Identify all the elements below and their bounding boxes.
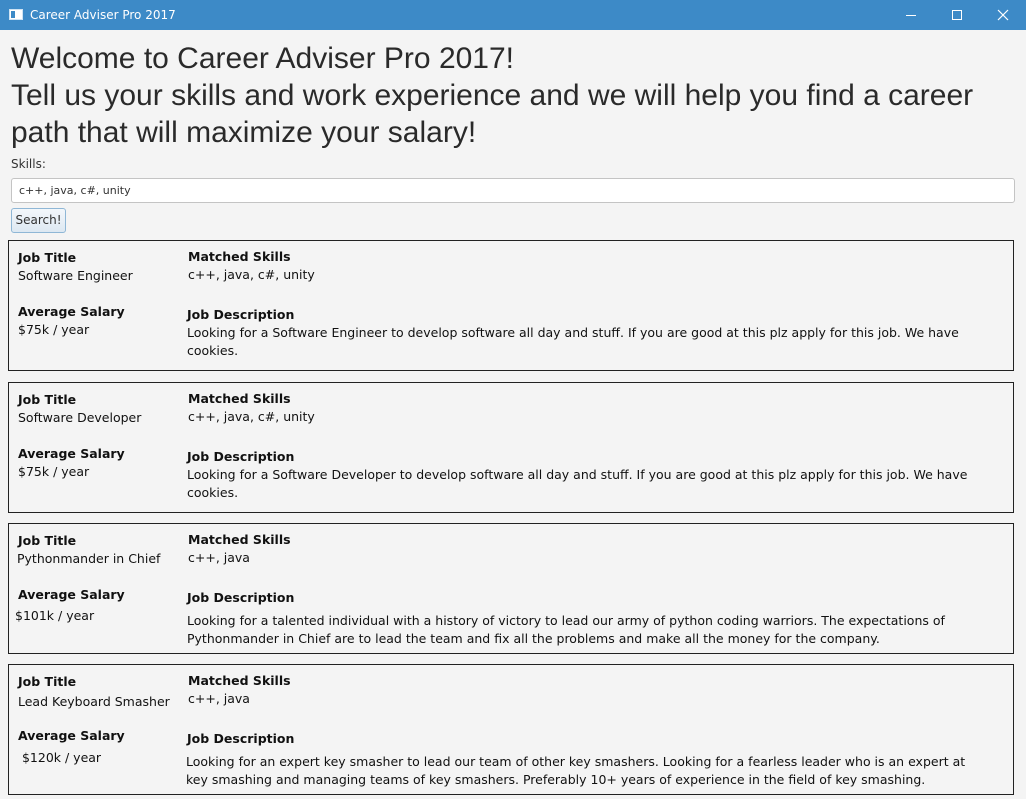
- result-card: Job Title Software Engineer Average Sala…: [8, 240, 1014, 371]
- average-salary-value: $75k / year: [18, 464, 90, 479]
- job-description-label: Job Description: [187, 731, 295, 746]
- job-description-label: Job Description: [187, 449, 295, 464]
- matched-skills-value: c++, java, c#, unity: [188, 267, 315, 282]
- average-salary-label: Average Salary: [18, 304, 125, 319]
- job-title-label: Job Title: [18, 392, 77, 407]
- maximize-button[interactable]: [934, 0, 980, 30]
- result-card: Job Title Pythonmander in Chief Average …: [8, 523, 1014, 654]
- job-title-value: Software Engineer: [18, 268, 133, 283]
- matched-skills-value: c++, java: [188, 691, 250, 706]
- intro-text: Tell us your skills and work experience …: [11, 79, 974, 149]
- job-title-value: Lead Keyboard Smasher: [18, 694, 170, 709]
- matched-skills-value: c++, java: [188, 550, 250, 565]
- average-salary-value: $101k / year: [15, 608, 95, 623]
- job-title-label: Job Title: [18, 674, 77, 689]
- welcome-text: Welcome to Career Adviser Pro 2017!: [11, 42, 515, 75]
- job-description-value: Looking for a Software Engineer to devel…: [187, 325, 959, 358]
- job-description-label: Job Description: [187, 307, 295, 322]
- matched-skills-label: Matched Skills: [188, 391, 291, 406]
- matched-skills-label: Matched Skills: [188, 532, 291, 547]
- average-salary-label: Average Salary: [18, 446, 125, 461]
- matched-skills-value: c++, java, c#, unity: [188, 409, 315, 424]
- result-card: Job Title Lead Keyboard Smasher Average …: [8, 664, 1014, 795]
- job-title-label: Job Title: [18, 250, 77, 265]
- average-salary-label: Average Salary: [18, 587, 125, 602]
- window-title: Career Adviser Pro 2017: [30, 8, 176, 22]
- job-title-label: Job Title: [18, 533, 77, 548]
- minimize-button[interactable]: [888, 0, 934, 30]
- average-salary-label: Average Salary: [18, 728, 125, 743]
- result-card: Job Title Software Developer Average Sal…: [8, 382, 1014, 513]
- app-icon: [9, 9, 23, 20]
- average-salary-value: $75k / year: [18, 322, 90, 337]
- job-description-value: Looking for a Software Developer to deve…: [187, 467, 968, 500]
- average-salary-value: $120k / year: [18, 750, 102, 765]
- matched-skills-label: Matched Skills: [188, 673, 291, 688]
- job-description-label: Job Description: [187, 590, 295, 605]
- page-heading: Welcome to Career Adviser Pro 2017! Tell…: [11, 40, 1011, 151]
- title-bar: Career Adviser Pro 2017: [0, 0, 1026, 30]
- skills-label: Skills:: [11, 157, 46, 171]
- maximize-icon: [952, 10, 962, 20]
- minimize-icon: [906, 15, 916, 16]
- job-title-value: Software Developer: [18, 410, 142, 425]
- search-button[interactable]: Search!: [11, 208, 66, 233]
- job-description-value: Looking for an expert key smasher to lea…: [186, 754, 966, 787]
- job-title-value: Pythonmander in Chief: [17, 551, 161, 566]
- matched-skills-label: Matched Skills: [188, 249, 291, 264]
- close-icon: [997, 9, 1009, 21]
- skills-input[interactable]: [11, 178, 1015, 203]
- job-description-value: Looking for a talented individual with a…: [187, 613, 945, 646]
- close-button[interactable]: [980, 0, 1026, 30]
